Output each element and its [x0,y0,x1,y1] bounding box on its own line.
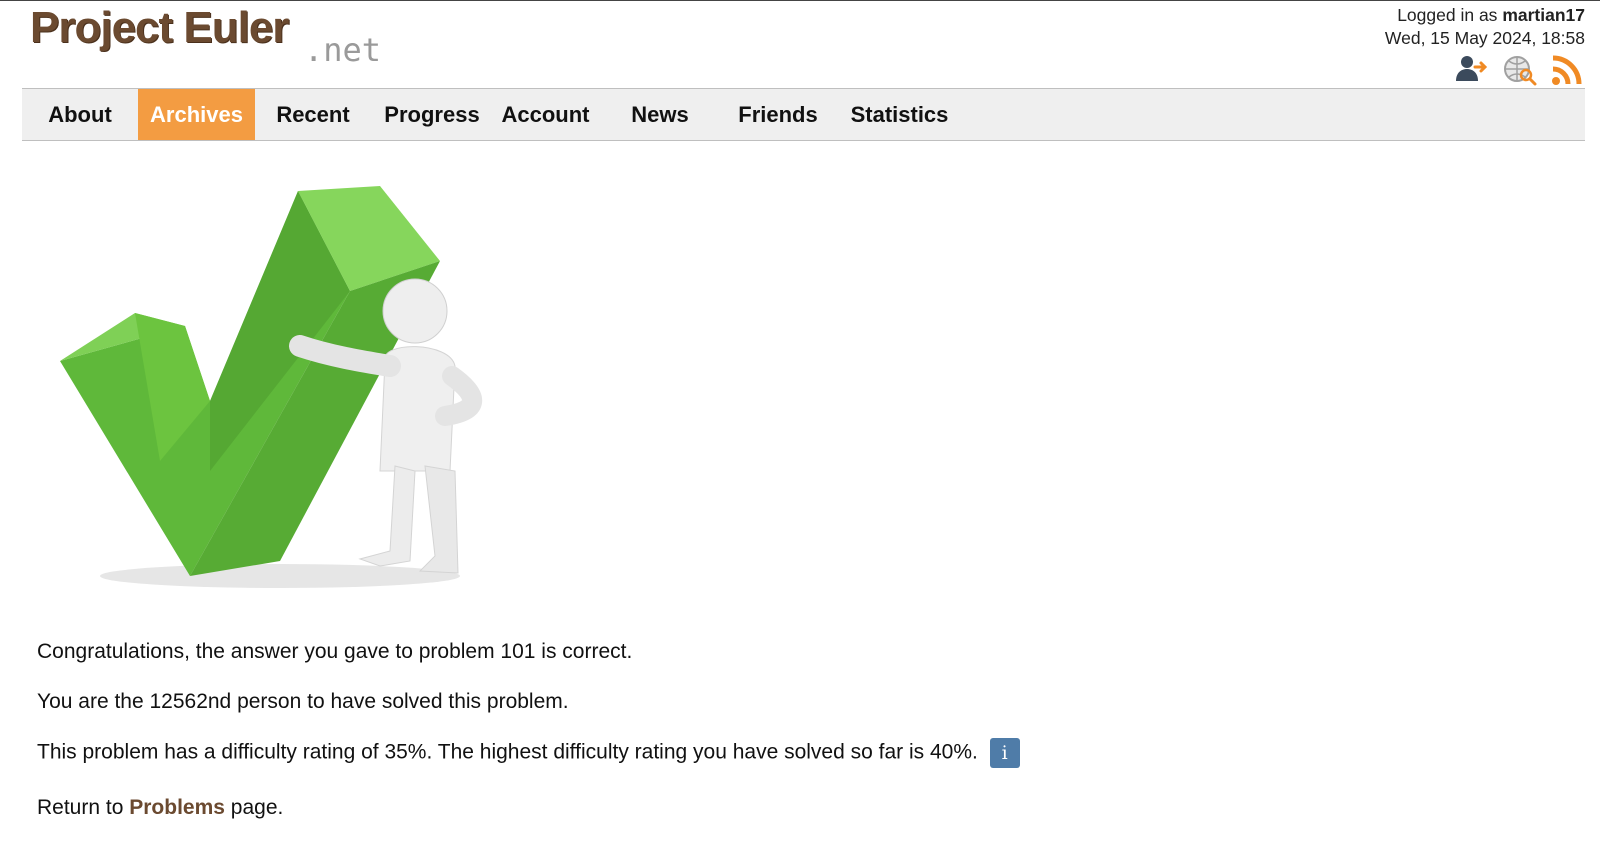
nav-statistics[interactable]: Statistics [842,89,957,140]
nav-account[interactable]: Account [493,89,598,140]
nav-recent[interactable]: Recent [263,89,363,140]
congrats-message: Congratulations, the answer you gave to … [37,640,633,663]
solver-rank-message: You are the 12562nd person to have solve… [37,690,569,713]
search-icon[interactable] [1502,53,1538,87]
difficulty-message: This problem has a difficulty rating of … [37,738,1020,768]
info-icon[interactable]: i [989,738,1020,768]
nav-progress[interactable]: Progress [377,89,487,140]
nav-news[interactable]: News [620,89,700,140]
main-nav: About Archives Recent Progress Account N… [22,88,1585,141]
nav-friends[interactable]: Friends [728,89,828,140]
logout-icon[interactable] [1454,53,1490,87]
user-info: Logged in as martian17 Wed, 15 May 2024,… [1385,4,1585,50]
login-status: Logged in as martian17 [1397,5,1585,25]
logo-text: Project Euler [30,3,289,52]
site-logo[interactable]: Project Euler .net [30,3,450,69]
current-datetime: Wed, 15 May 2024, 18:58 [1384,28,1585,48]
rss-icon[interactable] [1550,53,1586,87]
logo-suffix: .net [304,31,382,69]
correct-checkmark-illustration [50,181,510,601]
nav-archives[interactable]: Archives [138,89,255,140]
return-message: Return to Problems page. [37,796,284,819]
top-icon-bar [1454,53,1586,87]
nav-about[interactable]: About [30,89,130,140]
problems-link[interactable]: Problems [129,796,225,819]
username[interactable]: martian17 [1502,5,1585,25]
difficulty-text: This problem has a difficulty rating of … [37,740,978,764]
